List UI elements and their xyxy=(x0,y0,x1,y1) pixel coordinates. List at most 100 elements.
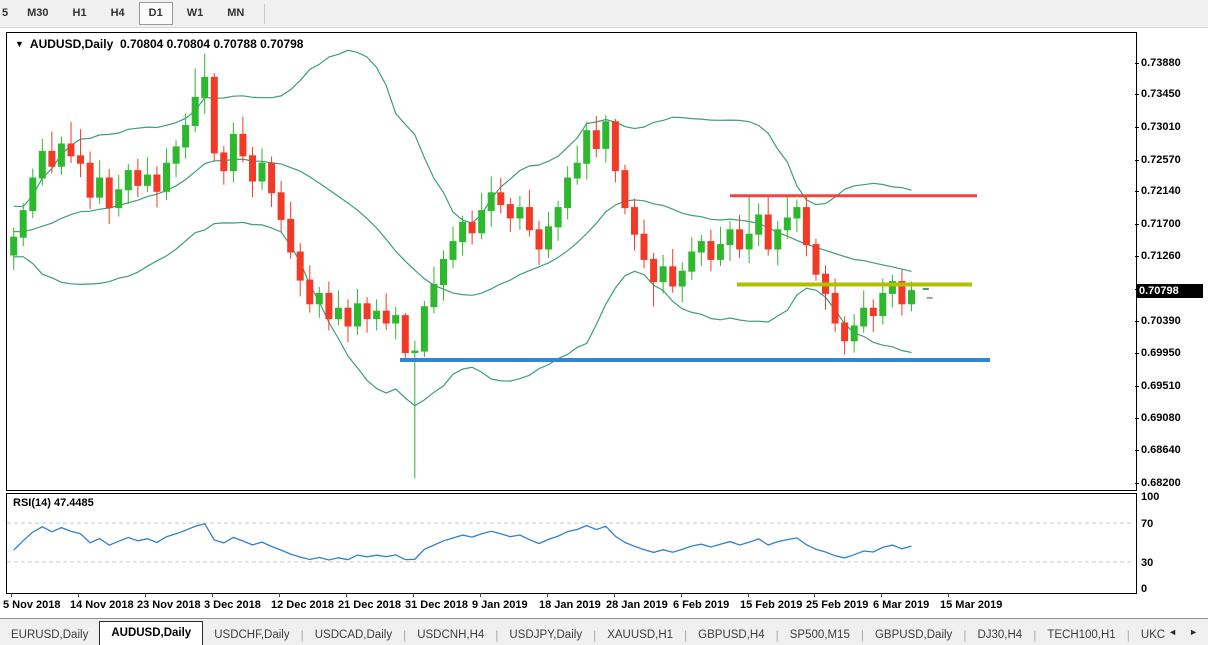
tab-eurusd-daily[interactable]: EURUSD,Daily xyxy=(0,625,99,645)
candle-body xyxy=(364,304,370,319)
rsi-chart-canvas[interactable] xyxy=(7,494,1134,591)
symbol-tabbar: EURUSD,DailyAUDUSD,DailyUSDCHF,Daily|USD… xyxy=(0,618,1208,645)
candle-body xyxy=(775,230,781,249)
tab-tech100-h1[interactable]: TECH100,H1 xyxy=(1036,625,1126,645)
candle-body xyxy=(536,230,542,249)
date-axis-tick xyxy=(681,593,682,597)
candle-body xyxy=(49,151,55,166)
price-axis-tick xyxy=(1135,191,1139,192)
candle-body xyxy=(211,77,217,152)
price-axis-label: 0.70390 xyxy=(1141,315,1181,327)
timeframe-button-W1[interactable]: W1 xyxy=(177,2,214,25)
candle-body xyxy=(316,293,322,303)
date-axis-tick xyxy=(948,593,949,597)
price-axis-tick xyxy=(1135,353,1139,354)
price-axis-label: 0.72570 xyxy=(1141,154,1181,166)
candle-body xyxy=(593,131,599,149)
bollinger-upper-line xyxy=(14,50,912,223)
price-chart-pane[interactable]: ▼AUDUSD,Daily 0.70804 0.70804 0.70788 0.… xyxy=(6,32,1137,491)
candle-body xyxy=(689,252,695,271)
candle-body xyxy=(221,153,227,171)
date-axis-tick xyxy=(279,593,280,597)
candle-body xyxy=(794,208,800,218)
candle-body xyxy=(288,219,294,252)
tab-usdcad-daily[interactable]: USDCAD,Daily xyxy=(304,625,403,645)
candle-body xyxy=(106,178,112,208)
toolbar-separator xyxy=(264,4,265,24)
candle-body xyxy=(660,267,666,282)
candle-body xyxy=(421,307,427,351)
tab-ukc[interactable]: UKC xyxy=(1130,625,1168,645)
candle-body xyxy=(469,222,475,232)
candle-body xyxy=(870,308,876,315)
date-axis-label: 14 Nov 2018 xyxy=(70,599,134,611)
candle-body xyxy=(803,208,809,245)
tab-sp500-m15[interactable]: SP500,M15 xyxy=(779,625,861,645)
candle-body xyxy=(861,308,867,326)
date-axis-tick xyxy=(748,593,749,597)
tab-usdjpy-daily[interactable]: USDJPY,Daily xyxy=(498,625,593,645)
tab-scroll-right-icon[interactable]: ► xyxy=(1189,627,1198,637)
candle-body xyxy=(584,131,590,164)
chart-dropdown-icon[interactable]: ▼ xyxy=(15,39,24,49)
candle-body xyxy=(297,252,303,280)
price-axis-tick xyxy=(1135,483,1139,484)
candle-body xyxy=(20,211,26,238)
candle-body xyxy=(651,259,657,281)
candle-body xyxy=(230,134,236,170)
date-axis-label: 18 Jan 2019 xyxy=(539,599,601,611)
timeframe-button-5[interactable]: 5 xyxy=(0,2,13,25)
tab-scroll-left-icon[interactable]: ◄ xyxy=(1168,627,1177,637)
candle-body xyxy=(498,193,504,205)
date-axis-label: 12 Dec 2018 xyxy=(271,599,334,611)
candle-body xyxy=(603,122,609,149)
price-axis-label: 0.72140 xyxy=(1141,185,1181,197)
tab-gbpusd-daily[interactable]: GBPUSD,Daily xyxy=(864,625,963,645)
candle-body xyxy=(880,293,886,315)
candle-body xyxy=(202,77,208,97)
timeframe-button-MN[interactable]: MN xyxy=(217,2,254,25)
tab-dj30-h4[interactable]: DJ30,H4 xyxy=(966,625,1033,645)
rsi-indicator-label: RSI(14) 47.4485 xyxy=(13,497,94,509)
candle-body xyxy=(708,242,714,260)
date-axis-label: 28 Jan 2019 xyxy=(606,599,668,611)
candle-body xyxy=(765,215,771,249)
tab-usdcnh-h4[interactable]: USDCNH,H4 xyxy=(406,625,495,645)
candle-body xyxy=(441,259,447,284)
candle-body xyxy=(269,163,275,193)
candle-body xyxy=(335,308,341,318)
timeframe-button-H1[interactable]: H1 xyxy=(63,2,97,25)
chart-ohlc-values: 0.70804 0.70804 0.70788 0.70798 xyxy=(120,37,304,51)
tab-gbpusd-h4[interactable]: GBPUSD,H4 xyxy=(687,625,775,645)
date-axis-tick xyxy=(814,593,815,597)
price-chart-canvas[interactable] xyxy=(7,33,1134,488)
candle-body xyxy=(250,156,256,181)
price-axis-tick xyxy=(1135,450,1139,451)
price-axis-tick xyxy=(1135,94,1139,95)
date-axis-tick xyxy=(614,593,615,597)
date-axis-label: 31 Dec 2018 xyxy=(405,599,468,611)
candle-body xyxy=(97,178,103,197)
rsi-indicator-pane[interactable]: RSI(14) 47.4485 xyxy=(6,493,1137,594)
timeframe-button-M30[interactable]: M30 xyxy=(17,2,58,25)
candle-body xyxy=(164,163,170,191)
candle-body xyxy=(402,316,408,353)
timeframe-button-D1[interactable]: D1 xyxy=(139,2,173,25)
date-axis-tick xyxy=(212,593,213,597)
timeframe-button-H4[interactable]: H4 xyxy=(101,2,135,25)
tab-audusd-daily[interactable]: AUDUSD,Daily xyxy=(99,621,203,645)
price-axis-label: 0.69950 xyxy=(1141,347,1181,359)
candle-body xyxy=(58,144,64,166)
date-axis-label: 23 Nov 2018 xyxy=(137,599,201,611)
price-axis-tick xyxy=(1135,418,1139,419)
price-axis-label: 0.71700 xyxy=(1141,218,1181,230)
date-axis-tick xyxy=(480,593,481,597)
tab-xauusd-h1[interactable]: XAUUSD,H1 xyxy=(596,625,684,645)
price-axis-tick xyxy=(1135,63,1139,64)
candle-body xyxy=(11,237,17,255)
price-axis-tick xyxy=(1135,160,1139,161)
price-axis-tick xyxy=(1135,256,1139,257)
date-axis-tick xyxy=(11,593,12,597)
price-axis-label: 0.68200 xyxy=(1141,477,1181,489)
tab-usdchf-daily[interactable]: USDCHF,Daily xyxy=(203,625,300,645)
